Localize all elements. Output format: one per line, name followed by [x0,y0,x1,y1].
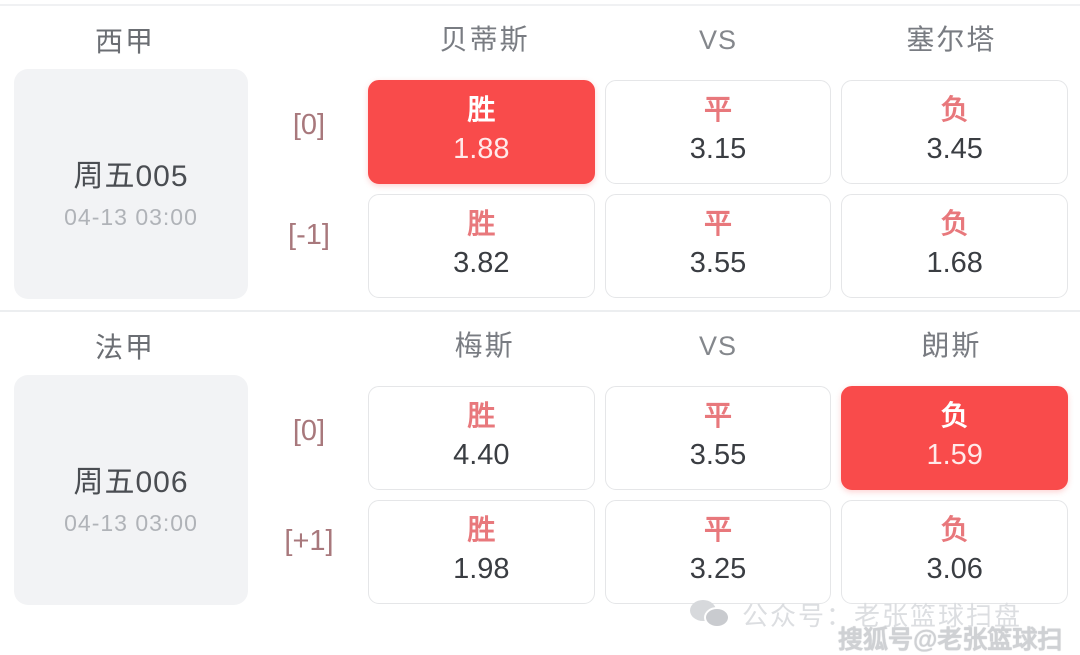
odds-pick-label: 胜 [467,94,496,126]
match-row: 西甲 周五005 04-13 03:00 [0] [-1] 贝蒂斯 VS 塞尔塔… [0,6,1080,310]
vs-label: VS [698,331,737,361]
odds-pick-label: 负 [940,400,969,432]
odds-value: 3.15 [689,132,747,165]
home-team-name: 贝蒂斯 [439,24,530,55]
odds-cell-win[interactable]: 胜 4.40 [368,386,595,490]
odds-cell-lose[interactable]: 负 3.06 [841,500,1069,604]
odds-pick-label: 胜 [467,208,496,240]
odds-row: 胜 4.40 平 3.55 负 1.59 [368,386,1069,490]
odds-cell-draw[interactable]: 平 3.55 [604,194,832,298]
odds-pick-label: 平 [704,400,733,432]
odds-value: 1.88 [453,132,510,165]
odds-area: 梅斯 VS 朗斯 胜 4.40 平 3.55 负 1.59 胜 1.98 平 3… [368,312,1069,612]
odds-value: 3.55 [689,246,747,279]
away-team-name: 朗斯 [921,330,982,361]
odds-row: 胜 3.82 平 3.55 负 1.68 [368,194,1069,298]
handicap-value: [0] [292,109,326,141]
match-info-column: 法甲 周五006 04-13 03:00 [0,312,250,612]
handicap-value: [+1] [284,525,334,557]
away-team-name: 塞尔塔 [906,24,997,55]
match-kickoff-time: 04-13 03:00 [64,204,198,230]
odds-pick-label: 胜 [467,400,496,432]
home-team-name: 梅斯 [454,330,515,361]
match-info-column: 西甲 周五005 04-13 03:00 [0,6,250,310]
odds-pick-label: 平 [704,514,733,546]
odds-cell-win[interactable]: 胜 1.88 [368,80,595,184]
handicap-column: [0] [-1] [250,6,368,310]
odds-pick-label: 平 [704,94,733,126]
odds-board: 西甲 周五005 04-13 03:00 [0] [-1] 贝蒂斯 VS 塞尔塔… [0,0,1080,655]
odds-value: 3.25 [689,552,747,585]
odds-row: 胜 1.98 平 3.25 负 3.06 [368,500,1069,604]
odds-cell-lose[interactable]: 负 1.68 [841,194,1069,298]
team-header-row: 贝蒂斯 VS 塞尔塔 [368,20,1068,66]
league-label: 法甲 [94,332,155,363]
odds-value: 1.98 [453,552,510,585]
odds-pick-label: 胜 [467,514,496,546]
sohu-watermark-text: 搜狐号@老张篮球扫盘 [838,626,1063,654]
match-info-card[interactable]: 周五006 04-13 03:00 [14,375,248,605]
odds-cell-win[interactable]: 胜 3.82 [368,194,595,298]
match-row: 法甲 周五006 04-13 03:00 [0] [+1] 梅斯 VS 朗斯 胜… [0,312,1080,612]
match-info-card[interactable]: 周五005 04-13 03:00 [14,69,248,299]
odds-cell-lose[interactable]: 负 3.45 [841,80,1069,184]
odds-value: 1.68 [926,246,983,279]
handicap-value: [-1] [288,219,330,251]
odds-cell-draw[interactable]: 平 3.55 [604,386,832,490]
odds-cell-win[interactable]: 胜 1.98 [368,500,595,604]
handicap-column: [0] [+1] [250,312,368,612]
odds-value: 3.06 [926,552,983,585]
match-issue-number: 周五005 [73,160,189,193]
odds-pick-label: 负 [940,94,969,126]
odds-cell-draw[interactable]: 平 3.25 [604,500,832,604]
odds-value: 3.55 [689,438,747,471]
odds-cell-lose[interactable]: 负 1.59 [841,386,1069,490]
handicap-value: [0] [292,415,326,447]
match-kickoff-time: 04-13 03:00 [64,510,198,536]
odds-pick-label: 负 [940,514,969,546]
odds-value: 4.40 [453,438,510,471]
odds-pick-label: 负 [940,208,969,240]
league-label: 西甲 [94,26,155,57]
odds-value: 3.45 [926,132,983,165]
team-header-row: 梅斯 VS 朗斯 [368,326,1068,372]
odds-pick-label: 平 [704,208,733,240]
odds-area: 贝蒂斯 VS 塞尔塔 胜 1.88 平 3.15 负 3.45 胜 3.82 平… [368,6,1069,310]
odds-value: 3.82 [453,246,510,279]
match-issue-number: 周五006 [73,466,189,499]
odds-value: 1.59 [926,438,983,471]
odds-cell-draw[interactable]: 平 3.15 [604,80,832,184]
vs-label: VS [698,25,737,55]
odds-row: 胜 1.88 平 3.15 负 3.45 [368,80,1069,184]
